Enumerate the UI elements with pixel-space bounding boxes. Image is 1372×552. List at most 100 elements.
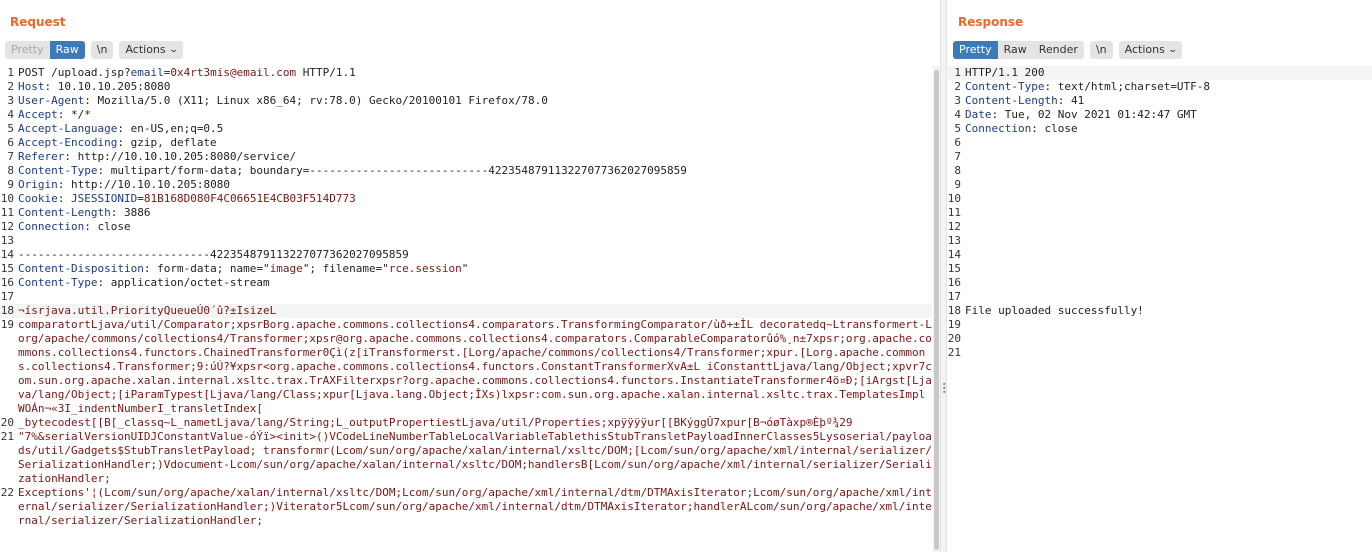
request-line[interactable]: 4 Accept: */*	[0, 108, 932, 122]
line-segment: Accept-Encoding	[18, 136, 118, 149]
response-line[interactable]: 10	[947, 192, 1372, 206]
line-number: 20	[947, 332, 961, 345]
request-scrollbar[interactable]	[933, 66, 940, 552]
request-line[interactable]: 3 User-Agent: Mozilla/5.0 (X11; Linux x86…	[0, 94, 932, 108]
line-text	[965, 318, 1372, 332]
line-number: 15	[947, 262, 961, 275]
response-line[interactable]: 18 File uploaded successfully!	[947, 304, 1372, 318]
response-line[interactable]: 20	[947, 332, 1372, 346]
request-line[interactable]: 11 Content-Length: 3886	[0, 206, 932, 220]
response-line[interactable]: 2 Content-Type: text/html;charset=UTF-8	[947, 80, 1372, 94]
request-line[interactable]: 16 Content-Type: application/octet-stream	[0, 276, 932, 290]
line-number: 5	[7, 122, 14, 135]
line-segment: Content-Type	[965, 80, 1045, 93]
response-line[interactable]: 7	[947, 150, 1372, 164]
request-line[interactable]: 5 Accept-Language: en-US,en;q=0.5	[0, 122, 932, 136]
response-line[interactable]: 9	[947, 178, 1372, 192]
line-segment: : */*	[57, 108, 91, 121]
line-number: 8	[954, 164, 961, 177]
line-segment: comparatortLjava/util/Comparator;xpsrBor…	[18, 318, 932, 415]
response-line[interactable]: 17	[947, 290, 1372, 304]
line-text	[965, 136, 1372, 150]
line-segment: Referer	[18, 150, 65, 163]
response-line[interactable]: 12	[947, 220, 1372, 234]
response-line[interactable]: 16	[947, 276, 1372, 290]
request-newline-toggle[interactable]: \n	[90, 41, 114, 59]
line-segment: -----------------------------42235487911…	[18, 248, 409, 261]
response-line[interactable]: 5 Connection: close	[947, 122, 1372, 136]
line-segment: Host	[18, 80, 45, 93]
request-line[interactable]: 22 Exceptions'¦(Lcom/sun/org/apache/xalan…	[0, 486, 932, 528]
response-line[interactable]: 3 Content-Length: 41	[947, 94, 1372, 108]
line-segment: : close	[84, 220, 131, 233]
request-line[interactable]: 21 "7%&serialVersionUIDJConstantValue-óÝï…	[0, 430, 932, 486]
response-line[interactable]: 6	[947, 136, 1372, 150]
response-line[interactable]: 8	[947, 164, 1372, 178]
response-line[interactable]: 19	[947, 318, 1372, 332]
splitter-grip-icon[interactable]: • • •	[942, 381, 947, 397]
response-line[interactable]: 11	[947, 206, 1372, 220]
response-raw-tab[interactable]: Raw	[997, 41, 1033, 59]
line-number: 11	[0, 206, 14, 219]
line-segment: "7%&serialVersionUIDJConstantValue-óÝï><…	[18, 430, 932, 485]
line-text: Date: Tue, 02 Nov 2021 01:42:47 GMT	[965, 108, 1372, 122]
request-line[interactable]: 7 Referer: http://10.10.10.205:8080/servi…	[0, 150, 932, 164]
line-segment: Content-Length	[965, 94, 1058, 107]
request-line[interactable]: 15 Content-Disposition: form-data; name="…	[0, 262, 932, 276]
line-text	[965, 234, 1372, 248]
response-line[interactable]: 1 HTTP/1.1 200	[947, 66, 1372, 80]
request-scroll-thumb[interactable]	[934, 70, 939, 550]
response-actions-button[interactable]: Actions ⌄	[1118, 41, 1183, 59]
response-line[interactable]: 13	[947, 234, 1372, 248]
request-line[interactable]: 17	[0, 290, 932, 304]
line-text: Connection: close	[18, 220, 932, 234]
line-text: Exceptions'¦(Lcom/sun/org/apache/xalan/i…	[18, 486, 932, 528]
response-newline-toggle[interactable]: \n	[1089, 41, 1113, 59]
line-number: 12	[0, 220, 14, 233]
line-number: 13	[947, 234, 961, 247]
response-line[interactable]: 4 Date: Tue, 02 Nov 2021 01:42:47 GMT	[947, 108, 1372, 122]
panel-splitter[interactable]	[940, 0, 947, 552]
line-segment: Content-Disposition	[18, 262, 144, 275]
line-text: Connection: close	[965, 122, 1372, 136]
request-line[interactable]: 18 ¬ísrjava.util.PriorityQueueÚ0´û?±Isize…	[0, 304, 932, 318]
request-editor[interactable]: 1 POST /upload.jsp?email=0x4rt3mis@email.…	[0, 66, 932, 552]
line-number: 1	[954, 66, 961, 79]
line-number: 14	[0, 248, 14, 261]
request-line[interactable]: 6 Accept-Encoding: gzip, deflate	[0, 136, 932, 150]
response-pretty-tab[interactable]: Pretty	[953, 41, 998, 59]
line-text	[965, 346, 1372, 360]
request-line[interactable]: 9 Origin: http://10.10.10.205:8080	[0, 178, 932, 192]
request-line[interactable]: 13	[0, 234, 932, 248]
line-number: 6	[7, 136, 14, 149]
line-text	[18, 234, 932, 248]
request-raw-tab[interactable]: Raw	[49, 41, 85, 59]
request-line[interactable]: 12 Connection: close	[0, 220, 932, 234]
request-line[interactable]: 14 -----------------------------422354879…	[0, 248, 932, 262]
request-line[interactable]: 8 Content-Type: multipart/form-data; boun…	[0, 164, 932, 178]
request-line[interactable]: 20 _bytecodest[[B[_classq~L_nametLjava/la…	[0, 416, 932, 430]
line-segment: : Tue, 02 Nov 2021 01:42:47 GMT	[991, 108, 1197, 121]
request-pretty-tab[interactable]: Pretty	[5, 41, 50, 59]
request-line[interactable]: 10 Cookie: JSESSIONID=81B168D080F4C06651E…	[0, 192, 932, 206]
response-line[interactable]: 21	[947, 346, 1372, 360]
line-text	[965, 262, 1372, 276]
line-text	[965, 332, 1372, 346]
line-number: 6	[954, 136, 961, 149]
line-segment: HTTP/1.1	[296, 66, 356, 79]
line-segment: Content-Type	[18, 276, 98, 289]
line-text: User-Agent: Mozilla/5.0 (X11; Linux x86_…	[18, 94, 932, 108]
response-editor[interactable]: 1 HTTP/1.1 200 2 Content-Type: text/html;ch…	[947, 66, 1372, 552]
request-actions-button[interactable]: Actions ⌄	[119, 41, 184, 59]
line-segment: : Mozilla/5.0 (X11; Linux x86_64; rv:78.…	[84, 94, 548, 107]
request-line[interactable]: 19 comparatortLjava/util/Comparator;xpsrB…	[0, 318, 932, 416]
response-line[interactable]: 15	[947, 262, 1372, 276]
line-number: 7	[7, 150, 14, 163]
response-line[interactable]: 14	[947, 248, 1372, 262]
request-line[interactable]: 1 POST /upload.jsp?email=0x4rt3mis@email.…	[0, 66, 932, 80]
request-line[interactable]: 2 Host: 10.10.10.205:8080	[0, 80, 932, 94]
line-segment: 81B168D080F4C06651E4CB03F514D773	[143, 192, 356, 205]
response-render-tab[interactable]: Render	[1032, 41, 1084, 59]
line-text: POST /upload.jsp?email=0x4rt3mis@email.c…	[18, 66, 932, 80]
line-text: "7%&serialVersionUIDJConstantValue-óÝï><…	[18, 430, 932, 486]
